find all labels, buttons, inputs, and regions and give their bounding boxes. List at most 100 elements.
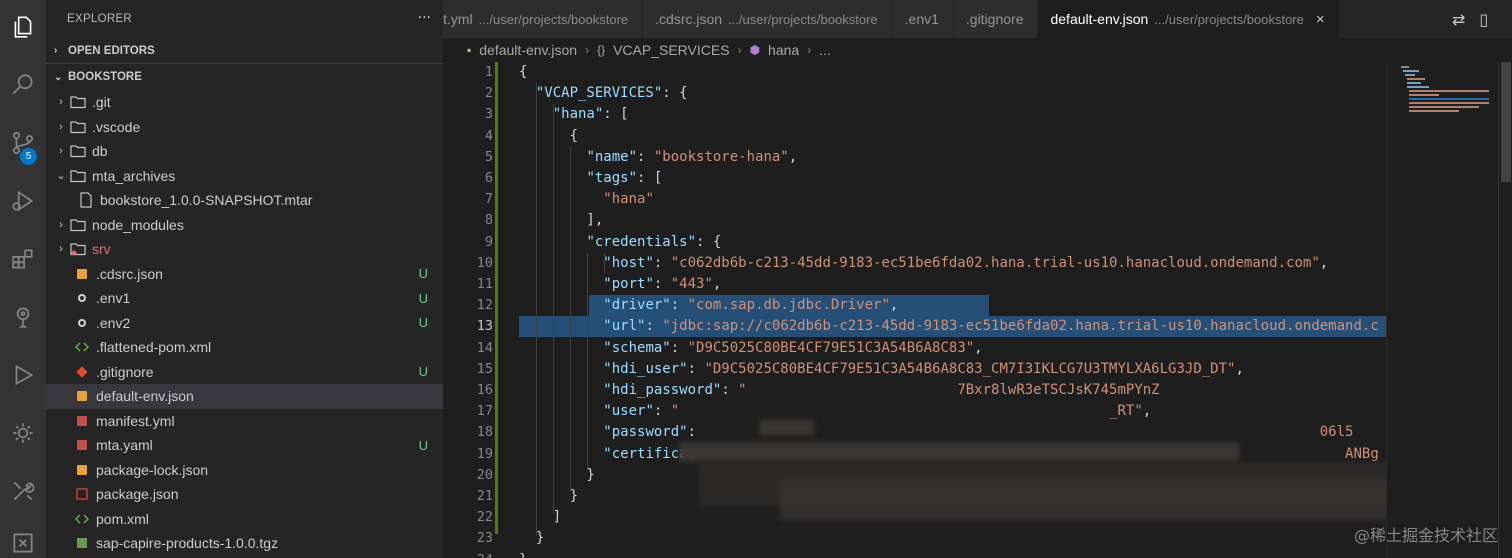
file-tree: › .git › .vscode › db ⌄ mta_archives bookstore_1…: [46, 90, 443, 556]
explorer-icon[interactable]: [0, 4, 46, 50]
account-icon[interactable]: [0, 520, 46, 558]
json-punct: ,: [1235, 360, 1244, 377]
line-number: 12: [476, 297, 493, 314]
tools-icon[interactable]: [0, 468, 46, 514]
tree-item-label: package.json: [96, 486, 179, 503]
tree-item[interactable]: .cdsrc.json U: [46, 262, 443, 287]
minimap[interactable]: [1386, 62, 1498, 558]
tree-item-label: pom.xml: [96, 510, 149, 527]
json-punct: :: [653, 276, 671, 292]
scrollbar-thumb[interactable]: [1501, 62, 1511, 182]
tree-item[interactable]: sap-capire-products-1.0.0.tgz: [46, 531, 443, 556]
chevron-down-icon: ⌄: [56, 170, 66, 183]
tree-item[interactable]: › db: [46, 139, 443, 164]
code-line: "hana": [519, 189, 654, 210]
json-string: "443": [670, 276, 713, 292]
breadcrumb-file[interactable]: default-env.json: [479, 42, 577, 58]
line-number: 22: [476, 509, 493, 526]
json-string: "com.sap.db.jdbc.Driver": [687, 297, 890, 314]
json-icon: [72, 463, 92, 477]
code-line: "hdi_user": "D9C5025C80BE4CF79E51C3A54B6…: [519, 359, 1244, 380]
code-area[interactable]: { "VCAP_SERVICES": { "hana": [ { "name":…: [519, 62, 1386, 558]
code-line: }: [519, 528, 544, 549]
code-line: "user": " _RT",: [519, 401, 1151, 422]
folder-icon: [68, 218, 88, 232]
editor-tab[interactable]: default-env.json .../user/projects/bookst…: [1038, 0, 1340, 38]
tree-item-label: default-env.json: [96, 388, 194, 405]
tree-item[interactable]: .env1 U: [46, 286, 443, 311]
json-punct: : [: [637, 170, 663, 186]
folder-open-icon: [68, 169, 88, 183]
chevron-right-icon: ›: [59, 120, 63, 133]
code-line: "VCAP_SERVICES": {: [519, 83, 688, 104]
tree-item[interactable]: › .vscode: [46, 115, 443, 140]
tree-item[interactable]: manifest.yml: [46, 409, 443, 434]
tree-item[interactable]: bookstore_1.0.0-SNAPSHOT.mtar: [46, 188, 443, 213]
run-icon[interactable]: [0, 352, 46, 398]
tree-item[interactable]: › srv: [46, 237, 443, 262]
editor-tab[interactable]: .env1: [892, 0, 954, 38]
tree-item-label: .git: [92, 94, 111, 111]
tree-item[interactable]: package.json: [46, 482, 443, 507]
line-number: 16: [476, 382, 493, 398]
json-punct: [519, 106, 553, 122]
more-actions-icon[interactable]: ···: [418, 10, 431, 26]
tree-item-label: package-lock.json: [96, 461, 209, 478]
line-number: 10: [476, 254, 493, 271]
tree-item[interactable]: package-lock.json: [46, 458, 443, 483]
tree-item[interactable]: .flattened-pom.xml: [46, 335, 443, 360]
source-control-badge: 5: [20, 148, 37, 165]
vertical-scrollbar[interactable]: [1498, 62, 1512, 558]
tree-item[interactable]: default-env.json: [46, 384, 443, 409]
chevron-right-icon: ›: [807, 43, 812, 57]
tree-item[interactable]: › node_modules: [46, 213, 443, 238]
tree-item[interactable]: mta.yaml U: [46, 433, 443, 458]
editor-tab[interactable]: t.yml .../user/projects/bookstore: [443, 0, 644, 38]
tree-item[interactable]: pom.xml: [46, 507, 443, 532]
json-icon: [72, 267, 92, 281]
open-changes-icon[interactable]: ⇄: [1452, 10, 1465, 29]
tree-item[interactable]: › .git: [46, 90, 443, 115]
editor-tab[interactable]: .cdsrc.json .../user/projects/bookstore: [643, 0, 893, 38]
search-icon[interactable]: [0, 62, 46, 108]
gear-icon: [72, 291, 92, 305]
open-editors-section[interactable]: › OPEN EDITORS: [46, 38, 443, 64]
remote-explorer-icon[interactable]: [0, 294, 46, 340]
tree-item[interactable]: ⌄ mta_archives: [46, 164, 443, 189]
line-number: 1: [484, 64, 493, 80]
json-file-icon: ▪: [467, 43, 472, 57]
folder-icon: [68, 120, 88, 134]
code-line: "hdi_password": " 7Bxr8lwR3eTSCJsK745mPY…: [519, 380, 1159, 401]
tree-item-label: db: [92, 143, 108, 160]
json-string: "bookstore-hana": [653, 148, 789, 165]
breadcrumb-hana[interactable]: hana: [768, 42, 799, 58]
run-debug-icon[interactable]: [0, 178, 46, 224]
settings-sync-icon[interactable]: [0, 410, 46, 456]
line-number: 18: [476, 424, 493, 441]
git-status-badge: U: [418, 437, 428, 453]
tree-item[interactable]: .env2 U: [46, 311, 443, 336]
json-punct: }: [519, 530, 545, 547]
code-line: "host": "c062db6b-c213-45dd-9183-ec51be6…: [519, 253, 1328, 274]
line-number: 7: [484, 191, 493, 208]
json-punct: [519, 234, 586, 250]
json-punct: ,: [974, 339, 983, 356]
editor-tab[interactable]: .gitignore: [953, 0, 1039, 38]
project-section[interactable]: ⌄ BOOKSTORE: [46, 64, 443, 90]
code-line: "password": 06l5: [519, 422, 1353, 443]
code-line: "schema": "D9C5025C80BE4CF79E51C3A54B6A8…: [519, 338, 983, 359]
tree-item[interactable]: .gitignore U: [46, 360, 443, 385]
json-punct: [519, 403, 603, 419]
split-editor-icon[interactable]: ▯: [1479, 10, 1488, 29]
chevron-right-icon: ›: [59, 145, 63, 158]
code-editor[interactable]: 123456789101112131415161718192021222324 …: [443, 62, 1386, 558]
extensions-icon[interactable]: [0, 236, 46, 282]
breadcrumb-vcap[interactable]: VCAP_SERVICES: [613, 42, 729, 58]
close-icon[interactable]: ×: [1316, 11, 1325, 28]
tree-item-label: node_modules: [92, 216, 184, 233]
json-punct: :: [670, 339, 688, 356]
json-key: "hana": [552, 106, 604, 123]
breadcrumb-more[interactable]: ...: [819, 42, 831, 58]
tree-item-label: srv: [92, 241, 111, 258]
json-punct: }: [519, 552, 527, 558]
